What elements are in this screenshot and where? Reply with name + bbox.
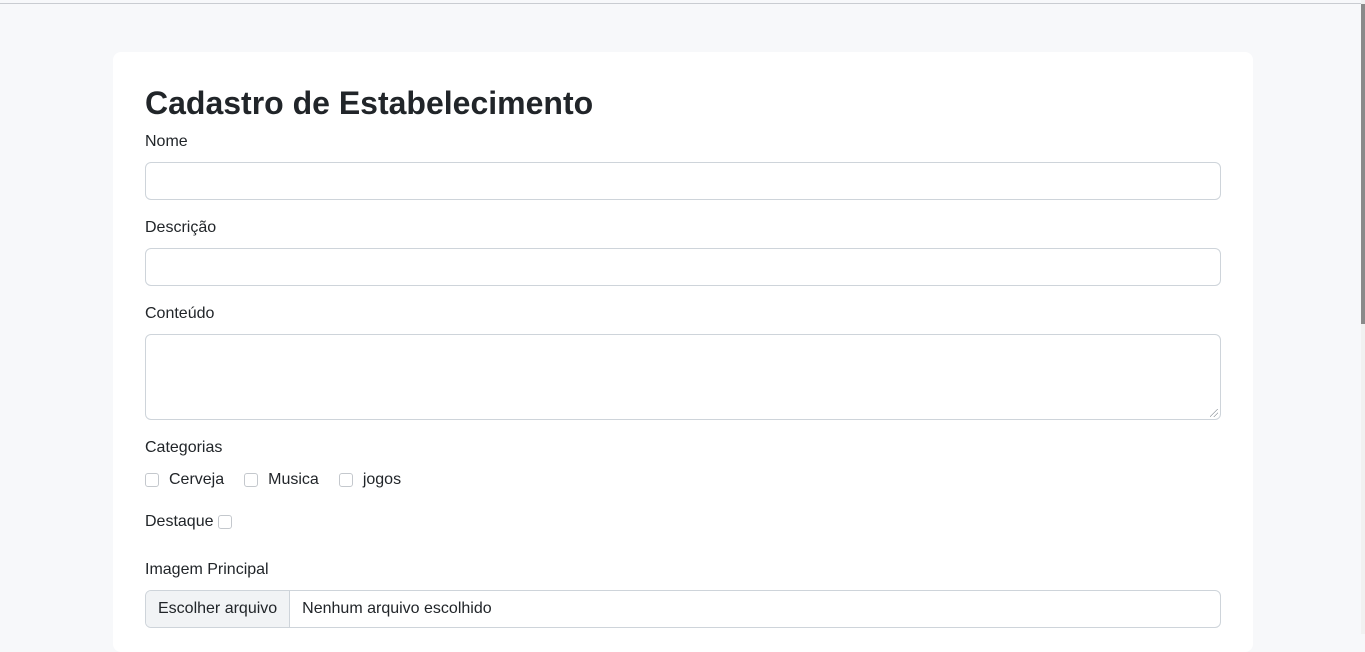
destaque-field[interactable]: Destaque (145, 512, 232, 532)
jogos-label[interactable]: jogos (363, 470, 401, 490)
descricao-label: Descrição (145, 219, 217, 236)
imagem-principal-file-input[interactable]: Escolher arquivo Nenhum arquivo escolhid… (145, 590, 1221, 628)
conteudo-textarea[interactable] (145, 334, 1221, 420)
cerveja-checkbox[interactable] (145, 473, 159, 487)
choose-file-button[interactable]: Escolher arquivo (146, 591, 291, 627)
nome-input[interactable] (145, 162, 1221, 200)
jogos-checkbox[interactable] (338, 473, 353, 487)
establishment-form-card: Cadastro de Estabelecimento Nome Descriç… (113, 52, 1253, 652)
destaque-label[interactable]: Destaque (145, 512, 214, 532)
nome-label: Nome (145, 133, 188, 150)
resize-grip-icon[interactable] (1210, 409, 1218, 417)
page-title: Cadastro de Estabelecimento (145, 85, 594, 121)
cerveja-label[interactable]: Cerveja (169, 470, 224, 490)
categorias-options: Cerveja Musica jogos (145, 470, 421, 490)
imagem-principal-label: Imagem Principal (145, 561, 269, 578)
top-divider (0, 0, 1361, 4)
musica-checkbox[interactable] (244, 473, 259, 487)
scrollbar-thumb[interactable] (1361, 4, 1365, 324)
destaque-checkbox[interactable] (217, 515, 232, 529)
category-option-jogos[interactable]: jogos (338, 470, 401, 490)
descricao-input[interactable] (145, 248, 1221, 286)
file-status-text: Nenhum arquivo escolhido (302, 600, 492, 617)
page-scrollbar[interactable] (1361, 0, 1365, 634)
category-option-cerveja[interactable]: Cerveja (145, 470, 224, 490)
conteudo-label: Conteúdo (145, 305, 215, 322)
musica-label[interactable]: Musica (268, 470, 319, 490)
category-option-musica[interactable]: Musica (244, 470, 319, 490)
categorias-label: Categorias (145, 439, 223, 456)
